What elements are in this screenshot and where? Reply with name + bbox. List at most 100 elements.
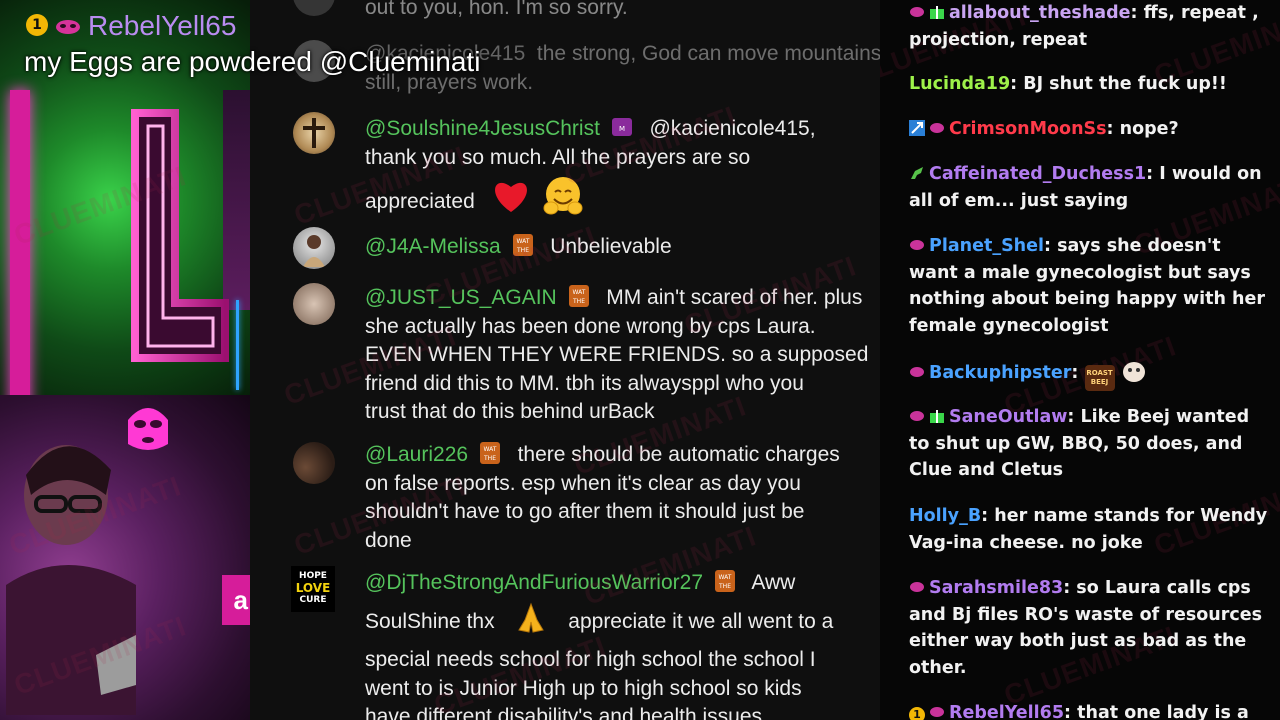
comment-text: friend did this to MM. tbh its alwaysppl… xyxy=(365,371,804,395)
comment-text: appreciate it we all went to a xyxy=(568,609,834,633)
highlight-username: RebelYell65 xyxy=(88,10,237,41)
chat-username[interactable]: Lucinda19 xyxy=(909,74,1010,94)
commenter-name[interactable]: @Lauri226 xyxy=(365,443,468,466)
dino-icon xyxy=(911,167,923,179)
chat-message: Holly_B: her name stands for Wendy Vag-i… xyxy=(909,506,1268,553)
comment-text: done xyxy=(365,528,412,552)
svg-text:THE: THE xyxy=(572,298,585,305)
comment-text: went to is Junior High up to high school… xyxy=(365,676,802,700)
roast-beej-emote-icon: ROAST BEEJ xyxy=(1084,365,1115,391)
mask-badge-icon xyxy=(910,367,924,377)
mask-badge-icon xyxy=(930,707,944,717)
comments-feed[interactable]: out to you, hon. I'm so sorry. @kacienic… xyxy=(250,0,880,720)
comment-text: appreciated xyxy=(365,190,475,213)
wat-the-emote-icon: WAT THE xyxy=(568,285,589,307)
emote-icon: M xyxy=(611,118,632,136)
mask-badge-icon xyxy=(56,20,80,34)
comment-text: thank you so much. All the prayers are s… xyxy=(365,145,751,169)
overlay-letter-box: a xyxy=(222,575,250,625)
svg-text:WAT: WAT xyxy=(516,238,529,245)
svg-text:THE: THE xyxy=(718,583,731,590)
chat-text: that one lady is a xyxy=(1077,703,1249,720)
comment-body: @JUST_US_AGAIN WAT THE MM ain't scared of… xyxy=(365,283,880,427)
comment-text: she actually has been done wrong by cps … xyxy=(365,314,816,338)
wat-the-emote-icon: WAT THE xyxy=(479,442,500,464)
neon-blue-line xyxy=(236,300,239,390)
commenter-name[interactable]: @JUST_US_AGAIN xyxy=(365,286,557,309)
avatar-text: CURE xyxy=(299,595,327,605)
gift-icon xyxy=(930,6,944,19)
chat-username[interactable]: Holly_B xyxy=(909,506,981,526)
chat-message: allabout_theshade: ffs, repeat , project… xyxy=(909,3,1259,50)
comment-text: shouldn't have to go after them it shoul… xyxy=(365,500,805,523)
chat-username[interactable]: allabout_theshade xyxy=(949,3,1131,23)
svg-text:WAT: WAT xyxy=(572,289,585,296)
svg-text:M: M xyxy=(619,125,625,133)
highlight-message-text: my Eggs are powdered @Clueminati xyxy=(24,46,481,77)
chat-username[interactable]: Sarahsmile83 xyxy=(929,578,1063,598)
chat-username[interactable]: RebelYell65 xyxy=(949,703,1064,720)
commenter-name[interactable]: @Soulshine4JesusChrist xyxy=(365,117,600,140)
mask-badge-icon xyxy=(910,7,924,17)
mask-badge-icon xyxy=(910,240,924,250)
comment-text: there should be automatic charges xyxy=(517,443,840,466)
neon-letter-l-graphic xyxy=(131,109,229,362)
chat-message: Backuphipster: ROAST BEEJ xyxy=(909,358,1271,391)
folded-hands-icon xyxy=(514,602,548,643)
hugging-face-icon xyxy=(542,176,584,225)
balaclava-mask-icon xyxy=(128,408,168,450)
comment-text: @kacienicole415, xyxy=(649,117,816,140)
neon-pink-strip xyxy=(10,90,30,420)
comment-text: trust that do this behind urBack xyxy=(365,400,655,423)
chat-message: CrimsonMoonSs: nope? xyxy=(909,116,1271,143)
commenter-avatar[interactable] xyxy=(293,283,335,325)
commenter-name[interactable]: @DjTheStrongAndFuriousWarrior27 xyxy=(365,571,703,594)
comment-text: SoulShine thx xyxy=(365,609,495,633)
number-one-badge-icon: 1 xyxy=(26,14,48,36)
commenter-avatar[interactable] xyxy=(293,112,335,154)
comment-text: MM ain't scared of her. plus xyxy=(606,286,863,309)
commenter-avatar[interactable] xyxy=(293,227,335,269)
chat-username[interactable]: Planet_Shel xyxy=(929,236,1044,256)
number-one-badge-icon: 1 xyxy=(909,707,925,720)
chat-message: Lucinda19: BJ shut the fuck up!! xyxy=(909,74,1227,94)
gift-icon xyxy=(930,410,944,423)
commenter-name[interactable]: @J4A-Melissa xyxy=(365,235,501,258)
comment-body: @J4A-Melissa WAT THE Unbelievable xyxy=(365,232,880,262)
chat-message: Planet_Shel: says she doesn't want a mal… xyxy=(909,236,1265,336)
commenter-avatar[interactable]: HOPE LOVE CURE xyxy=(291,566,335,612)
chat-username[interactable]: Caffeinated_Duchess1 xyxy=(929,164,1146,184)
comment-text: Aww xyxy=(751,571,796,594)
chat-username[interactable]: SaneOutlaw xyxy=(949,407,1067,427)
mask-badge-icon xyxy=(930,123,944,133)
wat-the-emote-icon: WAT THE xyxy=(512,234,533,256)
comment-text: EVEN WHEN THEY WERE FRIENDS. so a suppos… xyxy=(365,343,869,366)
red-heart-icon xyxy=(491,178,531,223)
live-chat[interactable]: CLUEMINATI CLUEMINATI CLUEMINATI CLUEMIN… xyxy=(880,0,1280,720)
wat-the-emote-icon: WAT THE xyxy=(714,570,735,592)
svg-text:THE: THE xyxy=(483,455,496,462)
chat-text: nope? xyxy=(1119,119,1179,139)
chat-message: Caffeinated_Duchess1: I would on all of … xyxy=(909,164,1262,211)
stream-overlay-panel: a CLUEMINATI CLUEMINATI CLUEMINATI xyxy=(0,0,250,720)
chat-message: Sarahsmile83: so Laura calls cps and Bj … xyxy=(909,578,1263,678)
mask-badge-icon xyxy=(910,582,924,592)
svg-text:WAT: WAT xyxy=(483,446,496,453)
chat-username[interactable]: CrimsonMoonSs xyxy=(949,119,1107,139)
comment-text: have different disability's and health i… xyxy=(365,705,763,720)
commenter-avatar[interactable] xyxy=(293,442,335,484)
comment-text: special needs school for high school the… xyxy=(365,648,816,671)
cross-icon xyxy=(303,118,325,148)
mask-badge-icon xyxy=(910,411,924,421)
comment-body: @DjTheStrongAndFuriousWarrior27 WAT THE A… xyxy=(365,568,880,720)
streamer-silhouette xyxy=(6,445,136,715)
chat-text: BJ shut the fuck up!! xyxy=(1023,74,1227,94)
comment-text: Unbelievable xyxy=(550,235,672,258)
chat-message: 1 RebelYell65: that one lady is a xyxy=(909,700,1271,720)
chat-username[interactable]: Backuphipster xyxy=(929,363,1071,383)
highlighted-chat-message: 1 RebelYell65 my Eggs are powdered @Clue… xyxy=(14,6,534,86)
comment-text: on false reports. esp when it's clear as… xyxy=(365,471,801,495)
svg-text:THE: THE xyxy=(516,247,529,254)
avatar-text: LOVE xyxy=(295,581,331,595)
emote-icon xyxy=(1122,362,1145,382)
